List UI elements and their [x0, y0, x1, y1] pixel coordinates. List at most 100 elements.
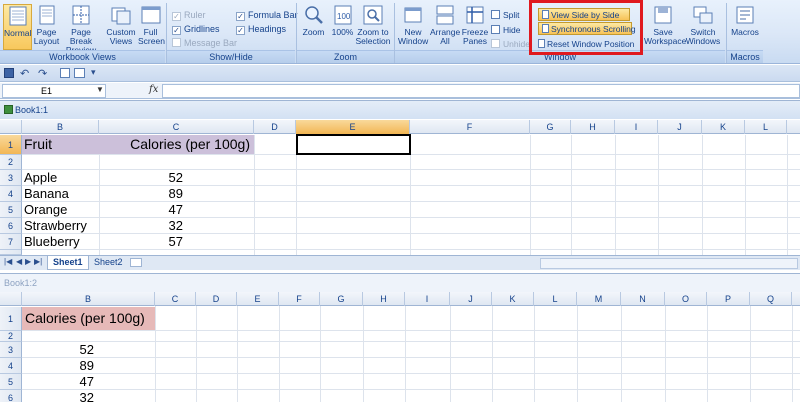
normal-view-button[interactable]: Normal	[3, 4, 32, 50]
formula-input[interactable]	[162, 84, 800, 98]
fruit-cell[interactable]: Apple	[24, 170, 99, 185]
column-header[interactable]: H	[363, 292, 405, 306]
tab-scroll-next-icon[interactable]: ▶	[25, 257, 31, 266]
tab-sheet1[interactable]: Sheet1	[47, 256, 89, 270]
gridlines-checkbox[interactable]: ✓ Gridlines	[172, 23, 220, 36]
column-header[interactable]: K	[492, 292, 534, 306]
cell-b1-calories-header[interactable]: Calories (per 100g)	[22, 307, 155, 330]
cell-b1-fruit-header[interactable]: Fruit	[22, 135, 99, 154]
row-header[interactable]: 5	[0, 374, 22, 390]
new-window-button[interactable]: New Window	[398, 4, 428, 50]
column-header[interactable]: C	[155, 292, 196, 306]
column-header[interactable]: G	[530, 120, 571, 134]
calories-cell[interactable]: 52	[99, 170, 183, 185]
column-header[interactable]: G	[320, 292, 363, 306]
customize-toolbar-icon[interactable]: ▾	[91, 67, 96, 78]
column-header[interactable]: Q	[750, 292, 792, 306]
row-header[interactable]: 2	[0, 331, 22, 342]
column-header[interactable]: J	[450, 292, 492, 306]
row-header-selected[interactable]: 1	[0, 135, 22, 155]
column-header[interactable]: I	[405, 292, 450, 306]
column-header[interactable]: D	[196, 292, 237, 306]
custom-views-button[interactable]: Custom Views	[105, 4, 137, 50]
calories-cell[interactable]: 47	[99, 202, 183, 217]
formula-bar-checkbox[interactable]: ✓ Formula Bar	[236, 9, 298, 22]
column-header[interactable]: E	[237, 292, 279, 306]
split-button[interactable]: Split	[491, 9, 520, 22]
form-icon[interactable]	[60, 68, 70, 78]
column-header[interactable]: M	[577, 292, 621, 306]
zoom-button[interactable]: Zoom	[301, 4, 326, 50]
select-all-corner[interactable]	[0, 292, 22, 306]
headings-checkbox[interactable]: ✓ Headings	[236, 23, 286, 36]
name-box[interactable]: E1	[2, 84, 106, 98]
calories-cell[interactable]: 89	[22, 358, 94, 373]
row-header[interactable]: 1	[0, 307, 22, 331]
column-header[interactable]: B	[22, 120, 99, 134]
page-break-preview-button[interactable]: Page Break Preview	[61, 4, 101, 55]
select-all-corner[interactable]	[0, 120, 22, 134]
calories-cell[interactable]: 32	[22, 390, 94, 402]
column-header[interactable]: I	[615, 120, 658, 134]
cell-c1-calories-header[interactable]: Calories (per 100g)	[99, 135, 254, 154]
row-header[interactable]: 2	[0, 155, 22, 170]
macros-button[interactable]: Macros	[731, 4, 759, 50]
redo-icon[interactable]: ↷	[38, 67, 47, 80]
table-icon[interactable]	[74, 68, 85, 78]
calories-cell[interactable]: 52	[22, 342, 94, 357]
column-header[interactable]: H	[571, 120, 615, 134]
tab-scroll-prev-icon[interactable]: ◀	[16, 257, 22, 266]
column-header[interactable]: K	[702, 120, 745, 134]
row-header[interactable]: 4	[0, 358, 22, 374]
zoom-100-button[interactable]: 100 100%	[330, 4, 355, 50]
tab-scroll-first-icon[interactable]: |◀	[4, 257, 12, 266]
full-screen-button[interactable]: Full Screen	[138, 4, 165, 50]
hide-button[interactable]: Hide	[491, 24, 520, 37]
fx-button[interactable]: fx	[149, 84, 158, 95]
row-header[interactable]: 3	[0, 342, 22, 358]
fruit-cell[interactable]: Blueberry	[24, 234, 99, 249]
column-header-selected[interactable]: E	[296, 120, 410, 134]
row-header[interactable]: 6	[0, 390, 22, 402]
arrange-all-button[interactable]: Arrange All	[430, 4, 460, 50]
save-workspace-button[interactable]: Save Workspace	[644, 4, 686, 50]
ruler-checkbox[interactable]: ✓ Ruler	[172, 9, 206, 22]
tab-scroll-last-icon[interactable]: ▶|	[34, 257, 42, 266]
save-icon[interactable]	[4, 68, 14, 78]
row-header[interactable]: 7	[0, 234, 22, 250]
calories-cell[interactable]: 32	[99, 218, 183, 233]
gridline	[534, 306, 535, 402]
calories-cell[interactable]: 89	[99, 186, 183, 201]
tab-sheet2[interactable]: Sheet2	[89, 256, 128, 270]
column-header[interactable]: J	[658, 120, 702, 134]
column-header[interactable]: L	[745, 120, 787, 134]
column-header[interactable]: C	[99, 120, 254, 134]
column-header[interactable]: N	[621, 292, 665, 306]
freeze-panes-button[interactable]: Freeze Panes	[461, 4, 489, 50]
zoom-to-selection-button[interactable]: Zoom to Selection	[355, 4, 391, 50]
fruit-cell[interactable]: Strawberry	[24, 218, 99, 233]
switch-windows-button[interactable]: Switch Windows	[684, 4, 722, 50]
column-header[interactable]: L	[534, 292, 577, 306]
row-header[interactable]: 6	[0, 218, 22, 234]
calories-cell[interactable]: 57	[99, 234, 183, 249]
column-header[interactable]: B	[22, 292, 155, 306]
undo-icon[interactable]: ↶	[20, 67, 29, 80]
page-layout-button[interactable]: Page Layout	[33, 4, 60, 50]
fruit-cell[interactable]: Orange	[24, 202, 99, 217]
fruit-cell[interactable]: Banana	[24, 186, 99, 201]
insert-sheet-icon[interactable]	[130, 258, 142, 267]
column-header[interactable]: D	[254, 120, 296, 134]
message-bar-checkbox[interactable]: Message Bar	[172, 37, 237, 50]
horizontal-scrollbar[interactable]	[540, 258, 798, 269]
column-header[interactable]: F	[279, 292, 320, 306]
name-box-dropdown-icon[interactable]: ▼	[96, 85, 104, 94]
calories-cell[interactable]: 47	[22, 374, 94, 389]
column-header[interactable]: O	[665, 292, 707, 306]
column-header[interactable]: F	[410, 120, 530, 134]
row-header[interactable]: 4	[0, 186, 22, 202]
row-header[interactable]: 3	[0, 170, 22, 186]
row-header[interactable]: 5	[0, 202, 22, 218]
active-cell-e1[interactable]	[296, 134, 411, 155]
column-header[interactable]: P	[707, 292, 750, 306]
